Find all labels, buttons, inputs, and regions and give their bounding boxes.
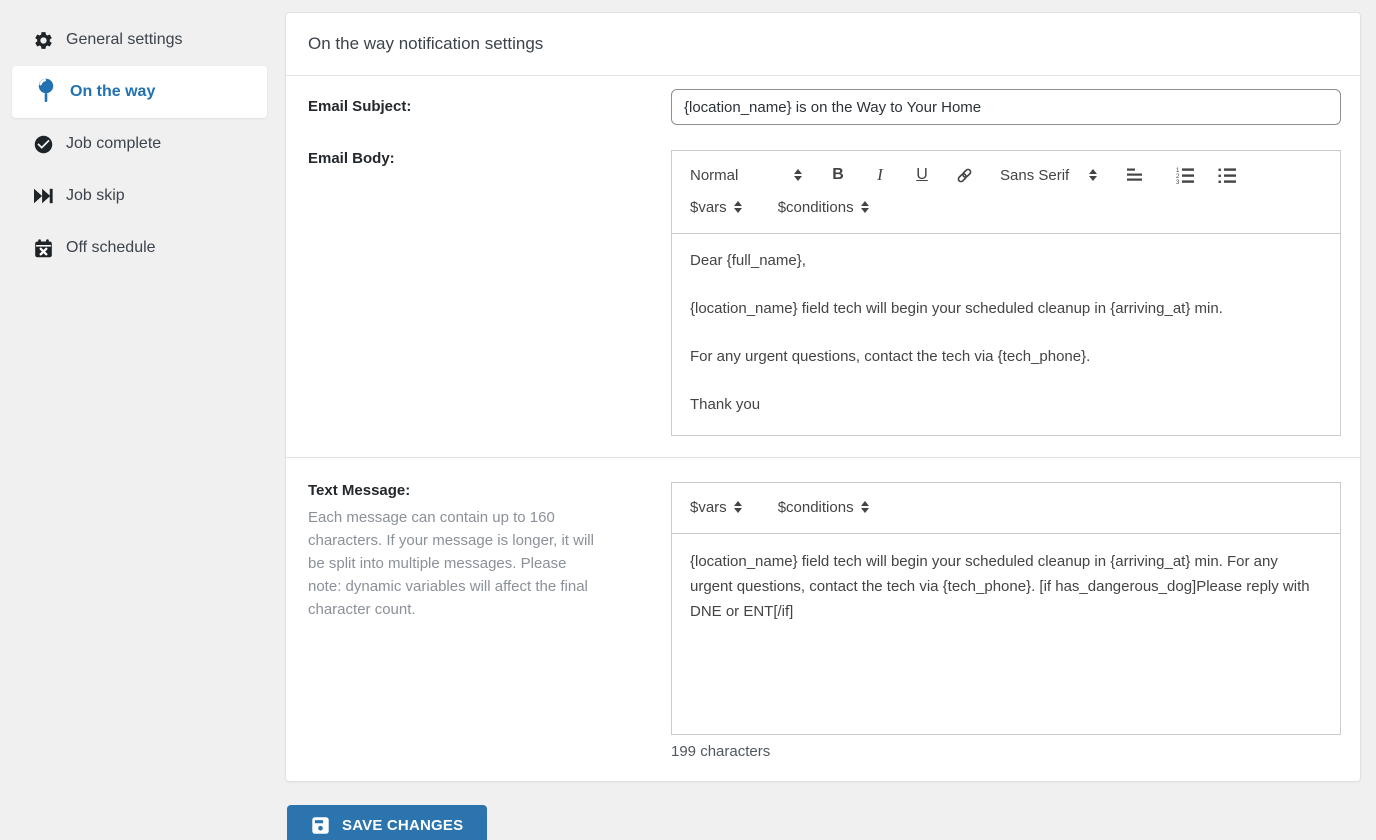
email-subject-row: Email Subject: xyxy=(308,89,1341,125)
updown-arrows-icon xyxy=(733,501,742,513)
bold-button[interactable]: B xyxy=(826,163,850,187)
text-message-toolbar: $vars $conditions xyxy=(672,483,1340,534)
sidebar-item-general-settings[interactable]: General settings xyxy=(0,14,285,66)
link-icon xyxy=(957,168,971,182)
bullet-list-icon xyxy=(1218,167,1236,183)
sidebar-item-off-schedule[interactable]: Off schedule xyxy=(0,222,285,274)
sidebar-item-job-complete[interactable]: Job complete xyxy=(0,118,285,170)
italic-button[interactable]: I xyxy=(868,163,892,187)
sidebar-item-job-skip[interactable]: Job skip xyxy=(0,170,285,222)
svg-text:3: 3 xyxy=(1176,180,1180,184)
sidebar-item-label: Job complete xyxy=(66,135,162,152)
updown-arrows-icon xyxy=(860,201,869,213)
font-picker[interactable]: Sans Serif xyxy=(1000,167,1098,184)
text-message-section: Text Message: Each message can contain u… xyxy=(286,458,1360,781)
vars-picker[interactable]: $vars xyxy=(690,499,742,516)
link-button[interactable] xyxy=(952,163,976,187)
align-icon xyxy=(1127,168,1143,181)
page-title: On the way notification settings xyxy=(286,13,1360,76)
save-changes-label: SAVE CHANGES xyxy=(342,817,464,834)
sidebar-item-on-the-way[interactable]: On the way xyxy=(12,66,267,118)
email-body-toolbar: Normal B I U Sans Serif 1 2 3 $vars $con… xyxy=(672,151,1340,234)
sidebar-item-label: Job skip xyxy=(66,187,125,204)
email-body-content[interactable]: Dear {full_name}, {location_name} field … xyxy=(672,234,1340,435)
align-button[interactable] xyxy=(1123,163,1147,187)
sidebar-item-label: General settings xyxy=(66,31,183,48)
pin-icon xyxy=(34,77,58,107)
settings-sidebar: General settings On the way Job complete xyxy=(0,0,285,840)
email-subject-label: Email Subject: xyxy=(308,98,412,115)
email-settings-section: Email Subject: Email Body: xyxy=(286,76,1360,457)
updown-arrows-icon xyxy=(860,501,869,513)
character-count: 199 characters xyxy=(671,743,771,760)
email-body-label: Email Body: xyxy=(308,150,395,167)
email-subject-input[interactable] xyxy=(671,89,1341,125)
underline-button[interactable]: U xyxy=(910,163,934,187)
sidebar-item-label: Off schedule xyxy=(66,239,156,256)
updown-arrows-icon xyxy=(1089,169,1098,181)
main-content: On the way notification settings Email S… xyxy=(285,0,1376,840)
conditions-picker[interactable]: $conditions xyxy=(778,499,869,516)
text-message-row: Text Message: Each message can contain u… xyxy=(308,482,1341,760)
text-message-label: Text Message: xyxy=(308,482,411,499)
ordered-list-icon: 1 2 3 xyxy=(1176,168,1194,184)
vars-picker[interactable]: $vars xyxy=(690,199,742,216)
gear-icon xyxy=(32,29,54,51)
updown-arrows-icon xyxy=(733,201,742,213)
save-icon xyxy=(312,817,329,834)
ordered-list-button[interactable]: 1 2 3 xyxy=(1173,163,1197,187)
text-message-editor: $vars $conditions {location_name} field … xyxy=(671,482,1341,735)
paragraph-style-picker[interactable]: Normal xyxy=(690,167,802,184)
updown-arrows-icon xyxy=(794,169,802,181)
email-body-editor: Normal B I U Sans Serif 1 2 3 $vars $con… xyxy=(671,150,1341,436)
check-circle-icon xyxy=(32,133,54,155)
email-body-row: Email Body: Normal B I U Sans Serif 1 2 … xyxy=(308,150,1341,436)
notification-settings-card: On the way notification settings Email S… xyxy=(285,12,1361,782)
page: General settings On the way Job complete xyxy=(0,0,1376,840)
save-changes-button[interactable]: SAVE CHANGES xyxy=(287,805,488,840)
text-message-content[interactable]: {location_name} field tech will begin yo… xyxy=(672,534,1340,734)
text-message-helper: Each message can contain up to 160 chara… xyxy=(308,509,594,618)
sidebar-item-label: On the way xyxy=(70,83,156,100)
skip-forward-icon xyxy=(32,185,54,207)
conditions-picker[interactable]: $conditions xyxy=(778,199,869,216)
bullet-list-button[interactable] xyxy=(1215,163,1239,187)
calendar-x-icon xyxy=(32,237,54,259)
